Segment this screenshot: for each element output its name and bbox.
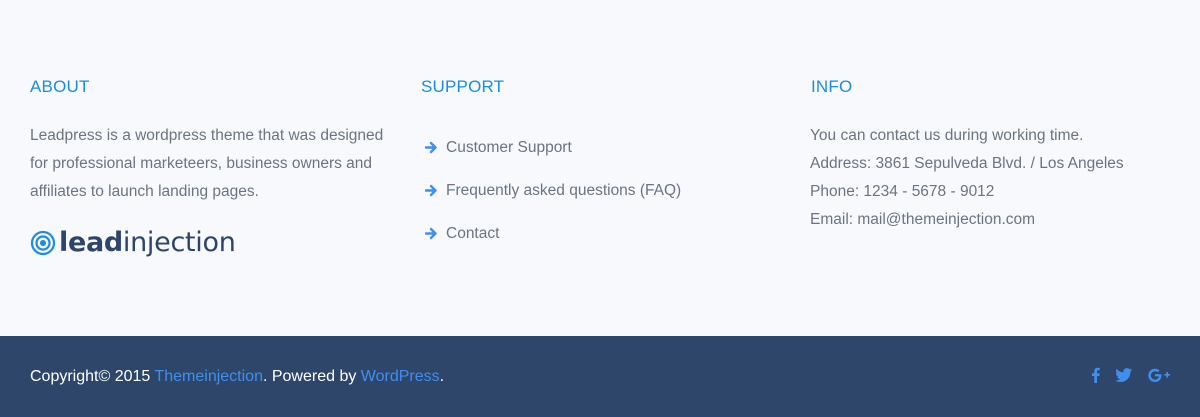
info-email: Email: mail@themeinjection.com	[810, 211, 1036, 228]
info-phone: Phone: 1234 - 5678 - 9012	[810, 183, 995, 200]
support-link-faq[interactable]: Frequently asked questions (FAQ)	[421, 169, 681, 212]
target-icon	[30, 230, 56, 256]
logo-wordmark: leadinjection	[59, 228, 236, 258]
copyright-suffix: .	[439, 368, 445, 385]
facebook-link[interactable]	[1091, 367, 1100, 383]
copyright-prefix: Copyright© 2015	[30, 368, 155, 385]
twitter-link[interactable]	[1116, 368, 1132, 382]
support-link-customer-support[interactable]: Customer Support	[421, 126, 681, 169]
info-details: You can contact us during working time. …	[810, 122, 1181, 234]
support-link-list: Customer Support Frequently asked questi…	[421, 126, 681, 255]
support-link-label: Frequently asked questions (FAQ)	[446, 181, 682, 199]
about-column: ABOUT Leadpress is a wordpress theme tha…	[30, 76, 390, 258]
support-link-contact[interactable]: Contact	[421, 212, 681, 255]
social-links	[1075, 367, 1170, 383]
google-plus-icon	[1148, 368, 1170, 382]
facebook-icon	[1092, 367, 1100, 383]
arrow-right-icon	[425, 227, 437, 240]
about-heading: ABOUT	[30, 77, 90, 96]
footer-bottom-bar: Copyright© 2015 Themeinjection. Powered …	[0, 336, 1200, 417]
leadinjection-logo[interactable]: leadinjection	[30, 228, 390, 258]
copyright-text: Copyright© 2015 Themeinjection. Powered …	[30, 366, 444, 388]
support-heading: SUPPORT	[421, 77, 505, 96]
logo-regular-text: injection	[122, 227, 236, 258]
info-working-time: You can contact us during working time.	[810, 127, 1084, 144]
support-column: SUPPORT Customer Support Frequently aske…	[421, 76, 791, 242]
powered-by-text: . Powered by	[262, 368, 361, 385]
footer-widgets: ABOUT Leadpress is a wordpress theme tha…	[0, 0, 1200, 336]
logo-bold-text: lead	[59, 227, 123, 258]
arrow-right-icon	[425, 184, 437, 197]
wordpress-link[interactable]: WordPress	[361, 368, 440, 385]
info-heading: INFO	[811, 77, 853, 96]
about-text: Leadpress is a wordpress theme that was …	[30, 127, 384, 200]
twitter-icon	[1116, 368, 1132, 382]
arrow-right-icon	[425, 141, 437, 154]
support-link-label: Customer Support	[446, 138, 572, 156]
google-plus-link[interactable]	[1148, 368, 1170, 382]
support-link-label: Contact	[446, 224, 500, 242]
info-address: Address: 3861 Sepulveda Blvd. / Los Ange…	[810, 155, 1124, 172]
info-column: INFO You can contact us during working t…	[810, 76, 1181, 234]
themeinjection-link[interactable]: Themeinjection	[154, 368, 263, 385]
